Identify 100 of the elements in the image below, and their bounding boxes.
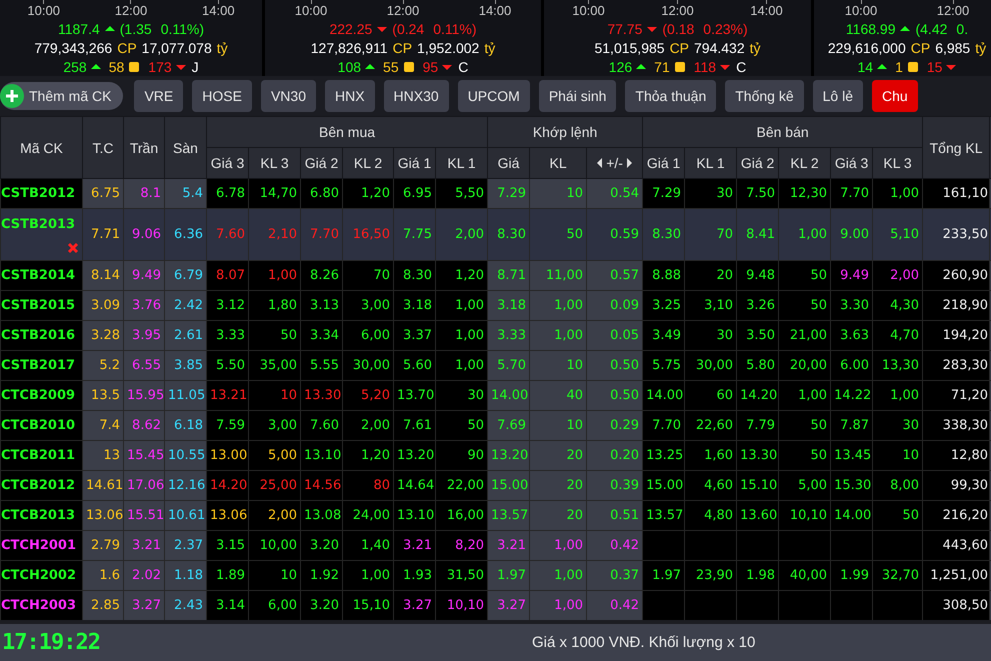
table-cell: 8.41 bbox=[746, 227, 776, 242]
table-cell: 2.42 bbox=[174, 298, 203, 313]
table-cell: 13.25 bbox=[646, 448, 684, 463]
table-cell: 9.49 bbox=[840, 268, 870, 283]
table-cell: 0.20 bbox=[610, 448, 640, 463]
tab[interactable]: Phái sinh bbox=[538, 80, 616, 112]
volume-value: 229,616,000 bbox=[828, 40, 906, 56]
plus-icon bbox=[0, 84, 24, 108]
table-cell: 3.33 bbox=[216, 328, 245, 343]
tab[interactable]: HNX30 bbox=[384, 80, 449, 112]
table-cell: 6.79 bbox=[174, 268, 203, 283]
tab[interactable]: HNX bbox=[324, 80, 375, 112]
table-cell: 1.93 bbox=[403, 568, 432, 583]
table-cell: 7.50 bbox=[746, 186, 776, 201]
table-cell: 8.07 bbox=[216, 268, 245, 283]
traded-value: 6,985 bbox=[935, 40, 970, 56]
table-cell: 1,00 bbox=[890, 388, 920, 403]
table-cell: 13 bbox=[103, 448, 120, 463]
table-cell: 8.30 bbox=[403, 268, 432, 283]
table-cell: 1,00 bbox=[554, 328, 584, 343]
table-cell: 6.36 bbox=[174, 227, 203, 242]
table-cell: 70 bbox=[716, 227, 734, 242]
table-cell: 2.85 bbox=[91, 598, 120, 613]
up-arrow-icon bbox=[365, 62, 376, 72]
table-cell: 3,00 bbox=[268, 418, 297, 433]
index-change: (0.18 bbox=[662, 21, 694, 38]
column-header: Giá 2 bbox=[300, 148, 342, 178]
table-cell: 8.30 bbox=[497, 227, 526, 242]
table-cell: 13.20 bbox=[397, 448, 434, 463]
tab[interactable]: Thỏa thuận bbox=[625, 80, 716, 112]
table-cell: 4,70 bbox=[890, 328, 920, 343]
column-header: Sàn bbox=[164, 116, 206, 178]
table-cell: 3.21 bbox=[132, 538, 161, 553]
table-cell: 30 bbox=[902, 418, 920, 433]
tab[interactable]: Lô lẻ bbox=[812, 80, 863, 112]
table-cell: 1,00 bbox=[554, 298, 584, 313]
table-cell: 7.70 bbox=[840, 186, 870, 201]
table-cell: 6.78 bbox=[216, 186, 245, 201]
table-cell: 3.27 bbox=[403, 598, 432, 613]
table-cell: 16,50 bbox=[352, 227, 390, 242]
table-cell: 7.79 bbox=[746, 418, 776, 433]
table-cell: 2.37 bbox=[174, 538, 203, 553]
tab[interactable]: Chu bbox=[872, 80, 918, 112]
table-cell: 10,10 bbox=[446, 598, 484, 613]
index-change: (0.24 bbox=[392, 21, 424, 38]
table-cell: 70 bbox=[373, 268, 390, 283]
table-cell: 13.10 bbox=[304, 448, 342, 463]
traded-value: 794.432 bbox=[694, 40, 745, 56]
table-cell: 1.92 bbox=[310, 568, 339, 583]
index-change: (4.42 bbox=[915, 21, 948, 38]
table-cell: 3.28 bbox=[91, 328, 120, 343]
table-cell: 7.87 bbox=[840, 418, 870, 433]
table-cell: 13.00 bbox=[210, 448, 248, 463]
table-cell: 233,50 bbox=[942, 227, 988, 242]
table-cell: 9.00 bbox=[840, 227, 870, 242]
tab[interactable]: Thống kê bbox=[725, 80, 804, 112]
index-percent: 0.11%) bbox=[160, 21, 204, 38]
column-header: KL 1 bbox=[436, 148, 488, 178]
traded-value: 1,952.002 bbox=[417, 40, 480, 56]
table-cell: 5,20 bbox=[361, 388, 390, 403]
table-cell: 13.06 bbox=[86, 508, 122, 523]
tab[interactable]: VN30 bbox=[260, 80, 316, 112]
index-value: 1187.4 bbox=[58, 21, 100, 38]
volume-value: 127,826,911 bbox=[310, 40, 388, 56]
table-cell: 4,80 bbox=[704, 508, 734, 523]
table-cell: 6,00 bbox=[268, 598, 297, 613]
table-cell: 5,00 bbox=[798, 478, 828, 493]
table-cell: 3.63 bbox=[840, 328, 870, 343]
close-icon[interactable] bbox=[67, 242, 79, 254]
caret-icon[interactable] bbox=[626, 156, 633, 168]
table-cell: 3.50 bbox=[746, 328, 776, 343]
table-cell: 3.76 bbox=[132, 298, 161, 313]
advances-count: 14 bbox=[858, 58, 874, 75]
table-cell: 5.60 bbox=[403, 358, 432, 373]
column-header: KL 3 bbox=[248, 148, 300, 178]
table-cell: 50 bbox=[280, 328, 297, 343]
table-cell: 3.15 bbox=[216, 538, 245, 553]
table-cell: 1,251,00 bbox=[930, 568, 988, 583]
column-header: KL 2 bbox=[342, 148, 394, 178]
table-cell: 1,00 bbox=[798, 227, 828, 242]
table-cell: 3,00 bbox=[361, 298, 390, 313]
caret-icon[interactable] bbox=[596, 156, 604, 168]
table-cell: 14.20 bbox=[210, 478, 248, 493]
table-cell: 80 bbox=[373, 478, 390, 493]
add-symbol-button[interactable]: Thêm mã CK bbox=[0, 82, 124, 110]
table-cell: 9.06 bbox=[132, 227, 161, 242]
table-cell: 8.30 bbox=[652, 227, 682, 242]
table-cell: 1.89 bbox=[216, 568, 245, 583]
tab[interactable]: HOSE bbox=[192, 80, 252, 112]
table-cell: 20 bbox=[716, 268, 734, 283]
tab[interactable]: UPCOM bbox=[458, 80, 530, 112]
table-cell: 14.56 bbox=[304, 478, 342, 493]
table-cell: 1.99 bbox=[840, 568, 870, 583]
clock: 17:19:22 bbox=[1, 630, 101, 655]
table-cell: 7.70 bbox=[652, 418, 682, 433]
tab[interactable]: VRE bbox=[134, 80, 184, 112]
column-header: Giá 1 bbox=[642, 148, 685, 178]
index-value: 222.25 bbox=[329, 21, 372, 38]
table-cell: 2.43 bbox=[174, 598, 203, 613]
table-cell: 12.16 bbox=[168, 478, 206, 493]
